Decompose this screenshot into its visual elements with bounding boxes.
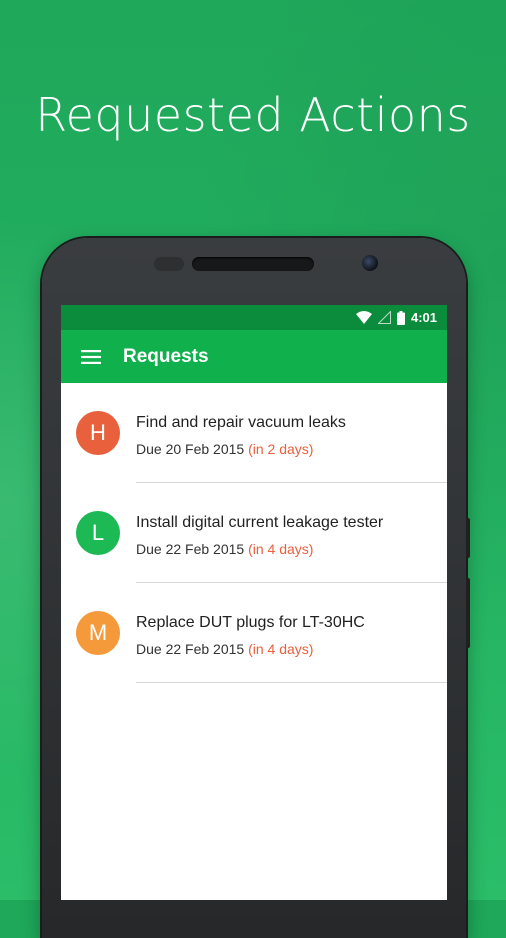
page-headline: Requested Actions (35, 88, 471, 142)
request-due: Due 22 Feb 2015 (in 4 days) (136, 541, 313, 557)
due-relative: (in 4 days) (248, 541, 314, 557)
battery-icon (396, 310, 405, 325)
cell-signal-icon (377, 311, 391, 324)
earpiece-speaker (192, 257, 314, 271)
app-title: Requests (123, 345, 209, 367)
requests-list: H Find and repair vacuum leaks Due 20 Fe… (61, 383, 447, 683)
list-item[interactable]: L Install digital current leakage tester… (61, 483, 447, 583)
request-title: Replace DUT plugs for LT-30HC (136, 614, 365, 631)
wifi-icon (355, 311, 372, 324)
request-due: Due 22 Feb 2015 (in 4 days) (136, 641, 313, 657)
front-camera (362, 255, 378, 271)
divider (136, 682, 447, 683)
clock: 4:01 (410, 310, 437, 325)
phone-screen: 4:01 Requests H Find and repair vacuum l… (61, 305, 447, 900)
list-item[interactable]: H Find and repair vacuum leaks Due 20 Fe… (61, 383, 447, 483)
proximity-sensor (154, 257, 184, 271)
list-item[interactable]: M Replace DUT plugs for LT-30HC Due 22 F… (61, 583, 447, 683)
request-title: Find and repair vacuum leaks (136, 414, 346, 431)
due-relative: (in 2 days) (248, 441, 314, 457)
power-button (466, 578, 470, 648)
app-bar: Requests (61, 330, 447, 383)
status-bar: 4:01 (61, 305, 447, 330)
due-date: Due 22 Feb 2015 (136, 541, 245, 557)
avatar: M (76, 611, 120, 655)
due-date: Due 20 Feb 2015 (136, 441, 245, 457)
request-due: Due 20 Feb 2015 (in 2 days) (136, 441, 313, 457)
due-relative: (in 4 days) (248, 641, 314, 657)
hamburger-menu-icon[interactable] (63, 349, 119, 364)
due-date: Due 22 Feb 2015 (136, 641, 245, 657)
avatar: L (76, 511, 120, 555)
volume-button (466, 518, 470, 558)
avatar: H (76, 411, 120, 455)
request-title: Install digital current leakage tester (136, 514, 384, 531)
